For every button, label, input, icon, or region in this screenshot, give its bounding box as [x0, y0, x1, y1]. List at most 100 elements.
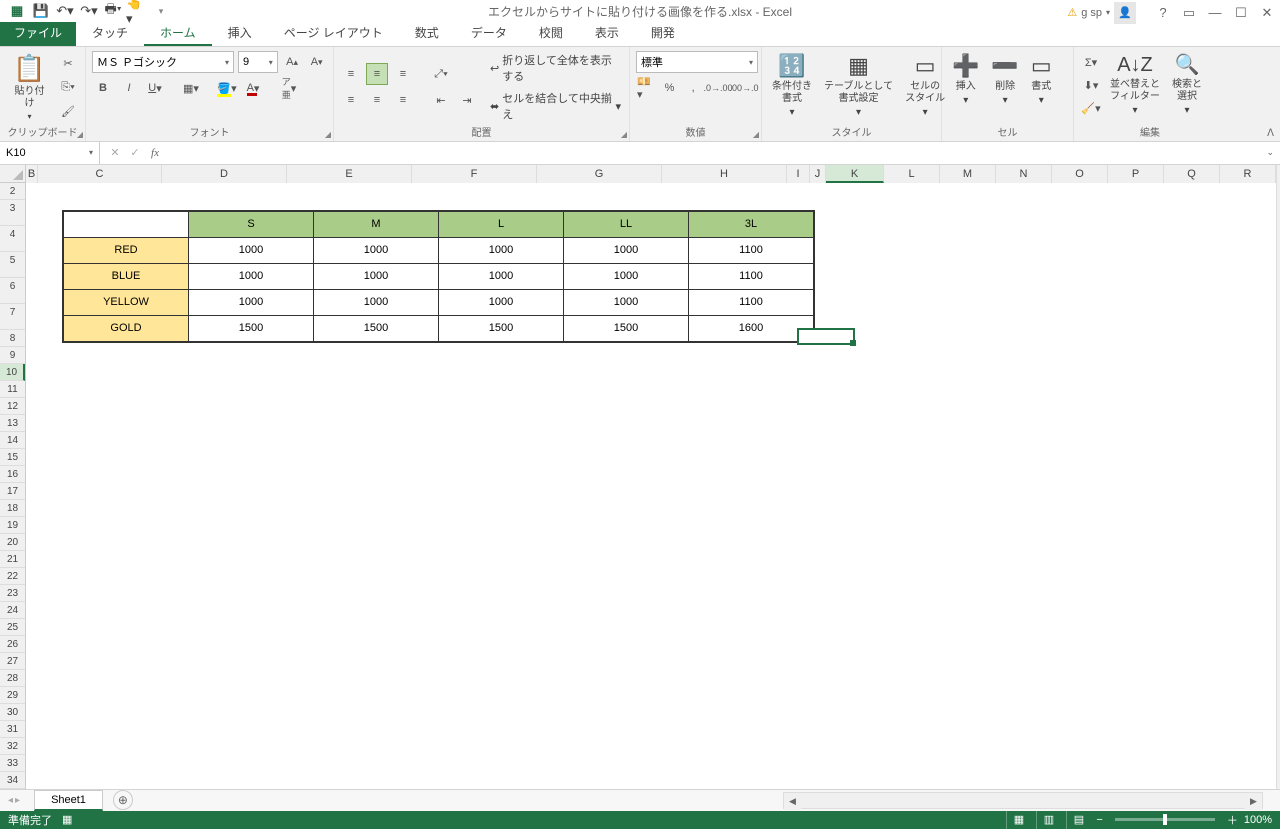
row-header-16[interactable]: 16 — [0, 466, 25, 483]
table-cell[interactable]: 1100 — [689, 289, 814, 315]
col-header-C[interactable]: C — [38, 165, 162, 183]
col-header-R[interactable]: R — [1220, 165, 1276, 183]
row-header-9[interactable]: 9 — [0, 347, 25, 364]
col-header-F[interactable]: F — [412, 165, 537, 183]
row-header-10[interactable]: 10 — [0, 364, 25, 381]
italic-button[interactable]: I — [118, 77, 140, 99]
user-account[interactable]: ⚠ g sp ▾ 👤 — [1067, 2, 1136, 24]
insert-function-button[interactable]: fx — [146, 147, 164, 159]
page-layout-view-button[interactable]: ▥ — [1036, 811, 1060, 829]
paste-button[interactable]: 📋 貼り付け ▾ — [6, 51, 53, 124]
table-cell[interactable]: 1000 — [439, 237, 564, 263]
table-cell[interactable]: 1100 — [689, 237, 814, 263]
select-all-button[interactable] — [0, 165, 26, 183]
zoom-slider[interactable] — [1115, 818, 1215, 821]
table-cell[interactable]: 1000 — [314, 263, 439, 289]
tab-view[interactable]: 表示 — [579, 19, 635, 46]
table-cell[interactable]: 1000 — [189, 237, 314, 263]
help-button[interactable]: ? — [1150, 2, 1176, 24]
col-header-P[interactable]: P — [1108, 165, 1164, 183]
row-header-8[interactable]: 8 — [0, 330, 25, 347]
row-header-32[interactable]: 32 — [0, 738, 25, 755]
tab-developer[interactable]: 開発 — [635, 19, 691, 46]
decrease-decimal-button[interactable]: .00→.0 — [733, 77, 755, 99]
row-header-30[interactable]: 30 — [0, 704, 25, 721]
worksheet-grid[interactable]: BCDEFGHIJKLMNOPQR 2345678910111213141516… — [0, 165, 1280, 789]
row-header-23[interactable]: 23 — [0, 585, 25, 602]
percent-button[interactable]: % — [660, 77, 680, 99]
format-painter-button[interactable]: 🖌 — [57, 100, 79, 122]
table-row-header[interactable]: YELLOW — [64, 289, 189, 315]
sheet-nav[interactable]: ◂▸ — [0, 795, 28, 806]
align-right-button[interactable]: ≡ — [392, 89, 414, 111]
tab-home[interactable]: ホーム — [144, 19, 212, 46]
cut-button[interactable]: ✂ — [57, 52, 79, 74]
fill-button[interactable]: ⬇▾ — [1080, 74, 1102, 96]
bold-button[interactable]: B — [92, 77, 114, 99]
find-select-button[interactable]: 🔍検索と 選択▾ — [1168, 51, 1206, 119]
page-break-view-button[interactable]: ▤ — [1066, 811, 1090, 829]
increase-decimal-button[interactable]: .0→.00 — [707, 77, 729, 99]
zoom-in-button[interactable]: ＋ — [1227, 812, 1238, 828]
active-cell[interactable] — [797, 328, 855, 345]
scroll-right-button[interactable]: ▶ — [1245, 793, 1262, 810]
undo-button[interactable]: ↶▾ — [54, 0, 76, 22]
zoom-level[interactable]: 100% — [1244, 814, 1272, 826]
cancel-formula-button[interactable]: ✕ — [106, 146, 124, 159]
row-header-19[interactable]: 19 — [0, 517, 25, 534]
accounting-format-button[interactable]: 💴▾ — [636, 77, 656, 99]
tab-review[interactable]: 校閲 — [523, 19, 579, 46]
row-header-15[interactable]: 15 — [0, 449, 25, 466]
horizontal-scrollbar[interactable]: ◀ ▶ — [783, 792, 1263, 809]
row-header-26[interactable]: 26 — [0, 636, 25, 653]
normal-view-button[interactable]: ▦ — [1006, 811, 1030, 829]
table-col-header[interactable]: 3L — [689, 211, 814, 237]
tab-formulas[interactable]: 数式 — [399, 19, 455, 46]
table-col-header[interactable]: M — [314, 211, 439, 237]
table-col-header[interactable]: L — [439, 211, 564, 237]
tab-touch[interactable]: タッチ — [76, 19, 144, 46]
row-header-21[interactable]: 21 — [0, 551, 25, 568]
conditional-format-button[interactable]: 🔢条件付き 書式▾ — [768, 51, 816, 121]
save-button[interactable]: 💾 — [30, 0, 52, 22]
col-header-J[interactable]: J — [810, 165, 826, 183]
table-cell[interactable]: 1000 — [439, 263, 564, 289]
table-cell[interactable]: 1000 — [564, 289, 689, 315]
row-header-7[interactable]: 7 — [0, 304, 25, 330]
table-row-header[interactable]: BLUE — [64, 263, 189, 289]
table-cell[interactable]: 1500 — [314, 315, 439, 341]
insert-cells-button[interactable]: ➕挿入▾ — [948, 51, 983, 109]
fill-color-button[interactable]: 🪣▾ — [216, 77, 238, 99]
borders-button[interactable]: ▦▾ — [180, 77, 202, 99]
col-header-Q[interactable]: Q — [1164, 165, 1220, 183]
col-header-K[interactable]: K — [826, 165, 884, 183]
tab-file[interactable]: ファイル — [0, 19, 76, 46]
row-headers[interactable]: 2345678910111213141516171819202122232425… — [0, 183, 26, 789]
tab-data[interactable]: データ — [455, 19, 523, 46]
zoom-out-button[interactable]: − — [1096, 814, 1102, 826]
row-header-25[interactable]: 25 — [0, 619, 25, 636]
col-header-D[interactable]: D — [162, 165, 287, 183]
table-cell[interactable]: 1100 — [689, 263, 814, 289]
delete-cells-button[interactable]: ➖削除▾ — [987, 51, 1022, 109]
col-header-L[interactable]: L — [884, 165, 940, 183]
row-header-33[interactable]: 33 — [0, 755, 25, 772]
increase-indent-button[interactable]: ⇥ — [456, 89, 478, 111]
table-corner[interactable] — [64, 211, 189, 237]
tab-insert[interactable]: 挿入 — [212, 19, 268, 46]
table-cell[interactable]: 1500 — [439, 315, 564, 341]
dialog-launcher-icon[interactable]: ◢ — [325, 130, 331, 139]
close-button[interactable]: ✕ — [1254, 2, 1280, 24]
col-header-H[interactable]: H — [662, 165, 787, 183]
row-header-20[interactable]: 20 — [0, 534, 25, 551]
table-row-header[interactable]: GOLD — [64, 315, 189, 341]
table-col-header[interactable]: LL — [564, 211, 689, 237]
align-center-button[interactable]: ≡ — [366, 89, 388, 111]
format-cells-button[interactable]: ▭書式▾ — [1027, 51, 1056, 109]
autosum-button[interactable]: Σ▾ — [1080, 51, 1102, 73]
comma-button[interactable]: , — [683, 77, 703, 99]
tab-page-layout[interactable]: ページ レイアウト — [268, 19, 399, 46]
row-header-17[interactable]: 17 — [0, 483, 25, 500]
table-cell[interactable]: 1000 — [564, 263, 689, 289]
collapse-ribbon-button[interactable]: ᐱ — [1267, 128, 1274, 139]
